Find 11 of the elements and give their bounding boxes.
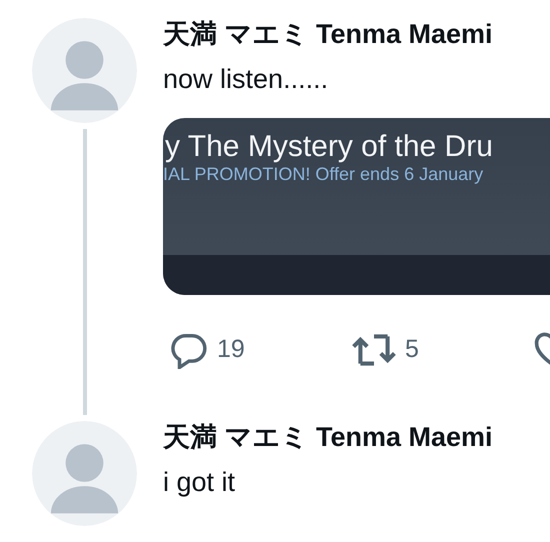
avatar[interactable] <box>32 18 137 123</box>
retweet-icon <box>351 333 397 367</box>
preview-subtitle: IAL PROMOTION! Offer ends 6 January <box>163 164 484 186</box>
avatar[interactable] <box>32 421 137 526</box>
tweet-text: now listen...... <box>163 63 328 96</box>
tweet-text: i got it <box>163 466 236 498</box>
reply-button[interactable]: 19 <box>169 331 351 369</box>
link-preview-card[interactable]: y The Mystery of the Dru IAL PROMOTION! Offer ends 6 January <box>163 118 550 295</box>
reply-icon <box>169 331 209 369</box>
preview-title: y The Mystery of the Dru <box>165 130 493 163</box>
retweet-button[interactable]: 5 <box>351 331 533 369</box>
